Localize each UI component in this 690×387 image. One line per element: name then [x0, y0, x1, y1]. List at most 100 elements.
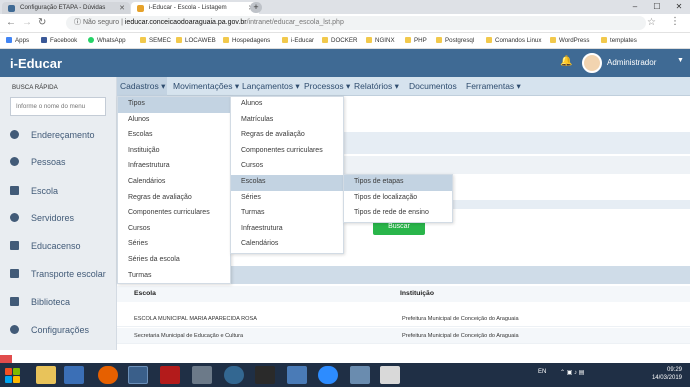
maximize-icon[interactable]: ☐: [646, 0, 668, 14]
app-icon[interactable]: [350, 366, 370, 384]
bookmark-star-icon[interactable]: ☆: [647, 17, 656, 28]
forward-icon[interactable]: →: [22, 17, 32, 28]
menu-item-series[interactable]: Séries: [118, 237, 230, 253]
menu-item-tipos-rede-ensino[interactable]: Tipos de rede de ensino: [344, 206, 452, 222]
browser-tab-1[interactable]: Configuração ETAPA - Dúvidas ✕: [2, 2, 130, 14]
close-window-icon[interactable]: ✕: [668, 0, 690, 14]
browser-tab-2[interactable]: i-Educar - Escola - Listagem ✕: [131, 2, 259, 14]
menu-item-escolas[interactable]: Escolas: [118, 128, 230, 144]
bookmark-php[interactable]: PHP: [405, 37, 427, 44]
column-header-escola[interactable]: Escola: [134, 290, 156, 297]
bookmark-templates[interactable]: templates: [601, 37, 637, 44]
bookmark-wordpress[interactable]: WordPress: [550, 37, 590, 44]
menu-item-instituicao[interactable]: Instituição: [118, 144, 230, 160]
sidebar-item-escola[interactable]: Escola: [10, 186, 58, 196]
cell-escola[interactable]: ESCOLA MUNICIPAL MARIA APARECIDA ROSA: [134, 316, 257, 322]
menu-item-regras-avaliacao[interactable]: Regras de avaliação: [118, 191, 230, 207]
menu-item-infraestrutura[interactable]: Infraestrutura: [118, 159, 230, 175]
chrome-icon[interactable]: [128, 366, 148, 384]
menu-documentos[interactable]: Documentos: [409, 81, 457, 91]
menu-ferramentas[interactable]: Ferramentas ▾: [466, 81, 521, 92]
taskbar: EN ⌃ ▣ ♪ ▤ 09:29 14/03/2019: [0, 363, 690, 387]
minimize-icon[interactable]: –: [624, 0, 646, 14]
address-bar-row: ← → ↻ ⓘ Não seguro | ieducar.conceicaodo…: [0, 14, 690, 33]
menu-item-tipos-localizacao[interactable]: Tipos de localização: [344, 191, 452, 207]
table-row[interactable]: ESCOLA MUNICIPAL MARIA APARECIDA ROSA Pr…: [117, 311, 690, 327]
back-icon[interactable]: ←: [6, 17, 16, 28]
bookmark-docker[interactable]: DOCKER: [322, 37, 357, 44]
bookmark-ieducar[interactable]: i-Educar: [282, 37, 314, 44]
file-explorer-icon[interactable]: [36, 366, 56, 384]
menu-movimentacoes[interactable]: Movimentações ▾: [173, 81, 239, 92]
menu-item-series[interactable]: Séries: [231, 191, 343, 207]
sidebar-item-biblioteca[interactable]: Biblioteca: [10, 297, 70, 307]
bookmark-hospedagens[interactable]: Hospedagens: [223, 37, 270, 44]
app-logo[interactable]: i-Educar: [10, 56, 62, 71]
tab-title: i-Educar - Escola - Listagem: [149, 4, 227, 11]
bookmark-apps[interactable]: Apps: [6, 37, 29, 44]
bookmark-comandos-linux[interactable]: Comandos Linux: [486, 37, 541, 44]
url-path: /intranet/educar_escola_lst.php: [246, 19, 344, 26]
quick-search-input[interactable]: [10, 97, 106, 116]
app-icon[interactable]: [192, 366, 212, 384]
menu-item-infraestrutura[interactable]: Infraestrutura: [231, 222, 343, 238]
menu-item-regras-avaliacao[interactable]: Regras de avaliação: [231, 128, 343, 144]
sidebar-item-configuracoes[interactable]: Configurações: [10, 325, 89, 335]
clock[interactable]: 09:29 14/03/2019: [652, 366, 682, 382]
menu-item-alunos[interactable]: Alunos: [231, 97, 343, 113]
menu-lancamentos[interactable]: Lançamentos ▾: [242, 81, 300, 92]
tray-icons[interactable]: ⌃ ▣ ♪ ▤: [560, 369, 584, 376]
bookmark-locaweb[interactable]: LOCAWEB: [176, 37, 216, 44]
app-icon[interactable]: [64, 366, 84, 384]
sidebar-item-enderecamento[interactable]: Endereçamento: [10, 130, 95, 140]
app-icon[interactable]: [380, 366, 400, 384]
new-tab-button[interactable]: +: [250, 2, 262, 13]
menu-item-tipos-etapas[interactable]: Tipos de etapas: [344, 175, 452, 191]
close-tab-icon[interactable]: ✕: [119, 4, 125, 12]
menu-item-componentes[interactable]: Componentes curriculares: [118, 206, 230, 222]
menu-item-calendarios[interactable]: Calendários: [118, 175, 230, 191]
menu-kebab-icon[interactable]: ⋮: [670, 16, 680, 27]
windows-start-icon[interactable]: [4, 367, 22, 383]
language-indicator[interactable]: EN: [538, 369, 546, 375]
menu-item-componentes[interactable]: Componentes curriculares: [231, 144, 343, 160]
reload-icon[interactable]: ↻: [38, 17, 46, 28]
menu-item-cursos[interactable]: Cursos: [118, 222, 230, 238]
bookmark-facebook[interactable]: Facebook: [41, 37, 77, 44]
bookmark-whatsapp[interactable]: WhatsApp: [88, 37, 126, 44]
table-row[interactable]: Secretaria Municipal de Educação e Cultu…: [117, 328, 690, 344]
menu-cadastros[interactable]: Cadastros ▾: [117, 77, 168, 96]
bell-icon[interactable]: 🔔: [560, 56, 572, 67]
sidebar-item-pessoas[interactable]: Pessoas: [10, 157, 66, 167]
menu-item-alunos[interactable]: Alunos: [118, 113, 230, 129]
bookmark-semec[interactable]: SEMEC: [140, 37, 171, 44]
app-icon[interactable]: [287, 366, 307, 384]
postgresql-icon[interactable]: [224, 366, 244, 384]
user-name[interactable]: Administrador: [607, 58, 656, 67]
sidebar-item-educacenso[interactable]: Educacenso: [10, 241, 81, 251]
menu-item-cursos[interactable]: Cursos: [231, 159, 343, 175]
bookmark-nginx[interactable]: NGINX: [366, 37, 395, 44]
terminal-icon[interactable]: [255, 366, 275, 384]
firefox-icon[interactable]: [98, 366, 118, 384]
favicon-icon: [8, 5, 15, 12]
menu-item-tipos[interactable]: Tipos: [118, 97, 230, 113]
chevron-down-icon[interactable]: ▼: [677, 57, 684, 64]
menu-item-calendarios[interactable]: Calendários: [231, 237, 343, 253]
column-header-instituicao[interactable]: Instituição: [400, 290, 434, 297]
teamviewer-icon[interactable]: [318, 366, 338, 384]
url-field[interactable]: ⓘ Não seguro | ieducar.conceicaodoaragua…: [66, 16, 646, 30]
sidebar-item-servidores[interactable]: Servidores: [10, 213, 74, 223]
sidebar-item-transporte[interactable]: Transporte escolar: [10, 269, 106, 279]
cell-escola[interactable]: Secretaria Municipal de Educação e Cultu…: [134, 333, 243, 339]
menu-item-escolas[interactable]: Escolas: [231, 175, 343, 191]
menu-item-matriculas[interactable]: Matrículas: [231, 113, 343, 129]
menu-item-series-escola[interactable]: Séries da escola: [118, 253, 230, 269]
bookmark-postgresql[interactable]: Postgresql: [436, 37, 474, 44]
menu-item-turmas[interactable]: Turmas: [231, 206, 343, 222]
menu-processos[interactable]: Processos ▾: [304, 81, 350, 92]
avatar[interactable]: [582, 53, 602, 73]
menu-item-turmas[interactable]: Turmas: [118, 269, 230, 285]
filezilla-icon[interactable]: [160, 366, 180, 384]
menu-relatorios[interactable]: Relatórios ▾: [354, 81, 399, 92]
